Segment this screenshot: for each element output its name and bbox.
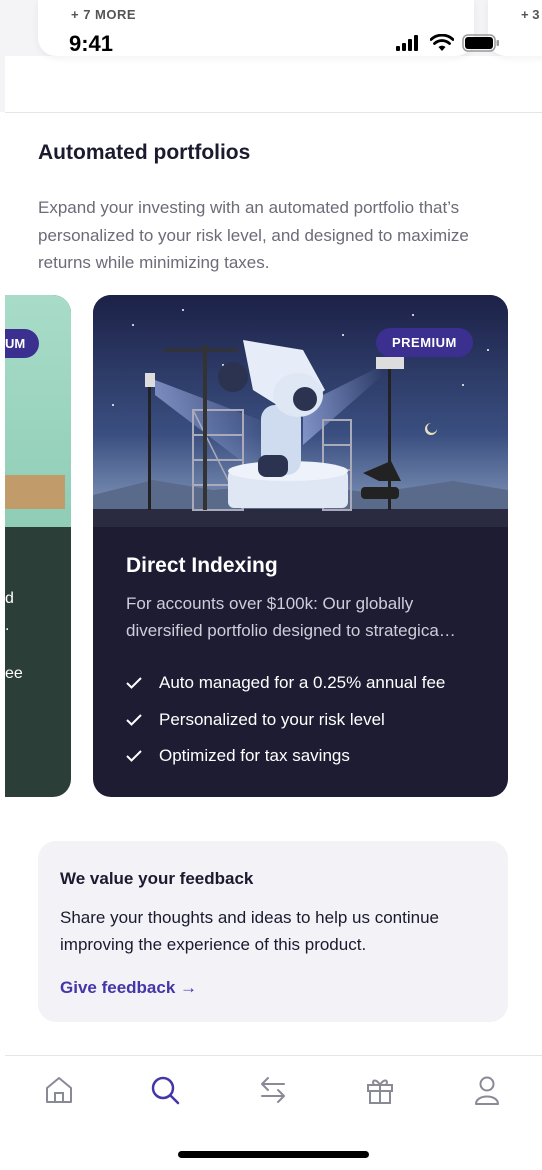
premium-badge: PREMIUM bbox=[376, 328, 473, 357]
card-title: Direct Indexing bbox=[126, 554, 278, 577]
gift-icon bbox=[367, 1079, 393, 1104]
feedback-title: We value your feedback bbox=[60, 869, 254, 888]
feature-item: Optimized for tax savings bbox=[126, 738, 445, 775]
status-time: 9:41 bbox=[69, 31, 114, 56]
search-icon bbox=[151, 1076, 180, 1105]
signal-icon bbox=[396, 35, 418, 51]
check-icon bbox=[126, 714, 146, 726]
card-text-fragment: . bbox=[5, 617, 10, 634]
feature-text: Optimized for tax savings bbox=[159, 746, 350, 766]
tab-rewards[interactable] bbox=[363, 1073, 397, 1107]
profile-icon bbox=[475, 1076, 499, 1105]
tab-transfer[interactable] bbox=[256, 1073, 290, 1107]
more-count-label-secondary: + 3 bbox=[521, 7, 540, 22]
feature-item: Personalized to your risk level bbox=[126, 702, 445, 739]
bench-illustration bbox=[5, 475, 65, 509]
feature-item: Auto managed for a 0.25% annual fee bbox=[126, 665, 445, 702]
home-icon bbox=[46, 1077, 72, 1103]
section-title: Automated portfolios bbox=[38, 141, 251, 164]
give-feedback-link[interactable]: Give feedback → bbox=[60, 978, 197, 998]
feature-text: Personalized to your risk level bbox=[159, 709, 385, 729]
tab-home[interactable] bbox=[42, 1073, 76, 1107]
more-count-label: + 7 MORE bbox=[71, 7, 137, 22]
premium-badge-partial: UM bbox=[5, 329, 40, 358]
check-icon bbox=[126, 750, 146, 763]
feedback-body: Share your thoughts and ideas to help us… bbox=[60, 908, 439, 954]
portfolio-card-previous[interactable]: UM d . ee bbox=[5, 295, 71, 797]
status-icons bbox=[396, 34, 500, 52]
card-text-fragment: d bbox=[5, 590, 14, 607]
check-icon bbox=[126, 677, 146, 690]
card-description: For accounts over $100k: Our globally di… bbox=[126, 594, 456, 640]
card-text-fragment: ee bbox=[5, 665, 23, 682]
feedback-card: We value your feedback Share your though… bbox=[38, 841, 508, 1022]
home-indicator[interactable] bbox=[178, 1151, 369, 1158]
feature-list: Auto managed for a 0.25% annual fee Pers… bbox=[126, 665, 445, 775]
tab-search[interactable] bbox=[148, 1073, 182, 1107]
feature-text: Auto managed for a 0.25% annual fee bbox=[159, 673, 446, 693]
transfer-icon bbox=[261, 1077, 285, 1103]
header-spacer bbox=[5, 56, 542, 112]
battery-icon bbox=[462, 34, 499, 52]
portfolio-card-direct-indexing[interactable]: PREMIUM Direct Indexing For accounts ove… bbox=[93, 295, 508, 797]
wifi-icon bbox=[430, 34, 454, 51]
tab-profile[interactable] bbox=[470, 1073, 504, 1107]
section-description: Expand your investing with an automated … bbox=[38, 198, 469, 272]
